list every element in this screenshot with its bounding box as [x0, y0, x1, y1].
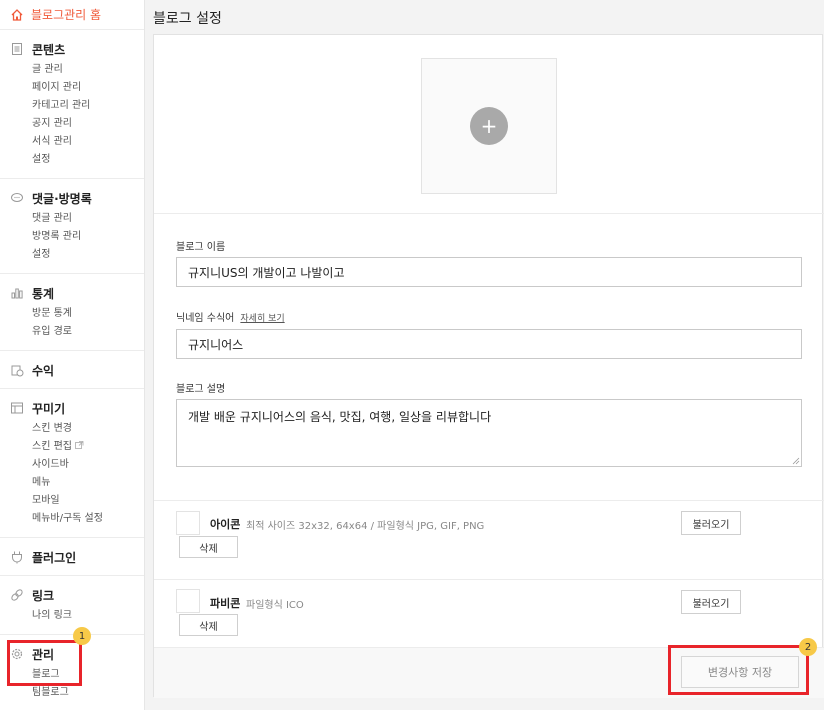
icon-description: 최적 사이즈 32x32, 64x64 / 파일형식 JPG, GIF, PNG — [246, 521, 485, 532]
sidebar-item-skin-edit[interactable]: 스킨 편집 — [0, 438, 144, 456]
blog-name-input[interactable]: 규지니US의 개발이고 나발이고 — [176, 257, 802, 287]
sidebar-item-sidebar[interactable]: 사이드바 — [0, 456, 144, 474]
sidebar-home-link[interactable]: 블로그관리 홈 — [0, 0, 144, 30]
sidebar-head-stats[interactable]: 통계 — [0, 284, 144, 302]
sidebar-item-posts[interactable]: 글 관리 — [0, 61, 144, 79]
sidebar-group-content: 콘텐츠 글 관리 페이지 관리 카테고리 관리 공지 관리 서식 관리 설정 — [0, 30, 144, 179]
sidebar-head-label: 링크 — [32, 588, 55, 603]
sidebar-item-menubar[interactable]: 메뉴바/구독 설정 — [0, 510, 144, 528]
description-textarea[interactable]: 개발 배운 규지니어스의 음식, 맛집, 여행, 일상을 리뷰합니다 — [176, 399, 802, 467]
blog-logo-upload[interactable]: + — [421, 58, 557, 194]
step-badge-2: 2 — [799, 638, 817, 656]
icon-load-button[interactable]: 불러오기 — [681, 511, 741, 535]
nickname-label-text: 닉네임 수식어 — [176, 313, 235, 324]
sidebar-item-mobile[interactable]: 모바일 — [0, 492, 144, 510]
sidebar-item-comments[interactable]: 댓글 관리 — [0, 210, 144, 228]
description-label: 블로그 설명 — [176, 384, 226, 395]
plus-icon[interactable]: + — [470, 107, 508, 145]
sidebar-item-my-links[interactable]: 나의 링크 — [0, 607, 144, 625]
highlight-box-2 — [668, 645, 809, 695]
sidebar-item-pages[interactable]: 페이지 관리 — [0, 79, 144, 97]
sidebar-head-label: 플러그인 — [32, 550, 77, 565]
sidebar-head-label: 콘텐츠 — [32, 42, 66, 57]
document-icon — [10, 42, 24, 56]
sidebar-item-skin-change[interactable]: 스킨 변경 — [0, 420, 144, 438]
sidebar-group-decorate: 꾸미기 스킨 변경 스킨 편집 사이드바 메뉴 모바일 메뉴바/구독 설정 — [0, 389, 144, 538]
home-icon — [11, 8, 23, 21]
sidebar-item-notices[interactable]: 공지 관리 — [0, 115, 144, 133]
resize-handle-icon[interactable] — [792, 457, 800, 465]
sidebar-item-referrers[interactable]: 유입 경로 — [0, 323, 144, 341]
favicon-delete-button[interactable]: 삭제 — [179, 614, 238, 636]
icon-preview — [176, 511, 200, 535]
highlight-box-1 — [7, 640, 82, 686]
sidebar-head-links[interactable]: 링크 — [0, 586, 144, 604]
sidebar: 블로그관리 홈 콘텐츠 글 관리 페이지 관리 카테고리 관리 공지 관리 서식… — [0, 0, 145, 710]
sidebar-item-menu[interactable]: 메뉴 — [0, 474, 144, 492]
sidebar-item-team-blog[interactable]: 팀블로그 — [0, 684, 144, 702]
page-title: 블로그 설정 — [153, 11, 222, 27]
nickname-input[interactable]: 규지니어스 — [176, 329, 802, 359]
sidebar-item-templates[interactable]: 서식 관리 — [0, 133, 144, 151]
layout-icon — [10, 401, 24, 415]
sidebar-head-label: 댓글·방명록 — [32, 191, 92, 206]
sidebar-group-links: 링크 나의 링크 — [0, 576, 144, 635]
description-text: 개발 배운 규지니어스의 음식, 맛집, 여행, 일상을 리뷰합니다 — [188, 410, 492, 424]
skin-edit-label: 스킨 편집 — [32, 441, 72, 452]
sidebar-item-categories[interactable]: 카테고리 관리 — [0, 97, 144, 115]
sidebar-head-plugins[interactable]: 플러그인 — [0, 548, 144, 566]
external-link-icon — [75, 441, 84, 449]
sidebar-item-visit-stats[interactable]: 방문 통계 — [0, 305, 144, 323]
sidebar-item-guestbook[interactable]: 방명록 관리 — [0, 228, 144, 246]
app-window: 블로그관리 홈 콘텐츠 글 관리 페이지 관리 카테고리 관리 공지 관리 서식… — [0, 0, 824, 710]
main-content: 블로그 설정 + 블로그 이름 규지니US의 개발이고 나발이고 닉네임 수식어… — [145, 0, 824, 710]
sidebar-head-label: 통계 — [32, 286, 55, 301]
settings-card: + 블로그 이름 규지니US의 개발이고 나발이고 닉네임 수식어 자세히 보기 … — [153, 34, 824, 698]
icon-title: 아이콘 — [210, 518, 241, 531]
blog-name-label: 블로그 이름 — [176, 242, 226, 253]
sidebar-item-comment-settings[interactable]: 설정 — [0, 246, 144, 264]
divider — [154, 579, 824, 580]
sidebar-group-stats: 통계 방문 통계 유입 경로 — [0, 274, 144, 351]
step-badge-1: 1 — [73, 627, 91, 645]
sidebar-head-decorate[interactable]: 꾸미기 — [0, 399, 144, 417]
bar-chart-icon — [10, 286, 24, 300]
sidebar-item-content-settings[interactable]: 설정 — [0, 151, 144, 169]
sidebar-group-comments: 댓글·방명록 댓글 관리 방명록 관리 설정 — [0, 179, 144, 274]
favicon-preview — [176, 589, 200, 613]
sidebar-head-content[interactable]: 콘텐츠 — [0, 40, 144, 58]
link-icon — [10, 588, 24, 602]
plug-icon — [10, 550, 24, 564]
sidebar-head-revenue[interactable]: 수익 — [0, 361, 144, 379]
coin-icon — [10, 363, 24, 377]
sidebar-home-label: 블로그관리 홈 — [31, 8, 102, 22]
sidebar-group-revenue: 수익 — [0, 351, 144, 389]
favicon-load-button[interactable]: 불러오기 — [681, 590, 741, 614]
favicon-title: 파비콘 — [210, 597, 241, 610]
sidebar-group-plugins: 플러그인 — [0, 538, 144, 576]
nickname-label: 닉네임 수식어 자세히 보기 — [176, 309, 285, 324]
sidebar-head-comments[interactable]: 댓글·방명록 — [0, 189, 144, 207]
favicon-description: 파일형식 ICO — [246, 600, 304, 611]
divider — [154, 500, 824, 501]
sidebar-head-label: 꾸미기 — [32, 401, 66, 416]
sidebar-head-label: 수익 — [32, 363, 55, 378]
details-link[interactable]: 자세히 보기 — [240, 314, 284, 324]
icon-delete-button[interactable]: 삭제 — [179, 536, 238, 558]
speech-bubble-icon — [10, 191, 24, 205]
divider — [154, 213, 824, 214]
